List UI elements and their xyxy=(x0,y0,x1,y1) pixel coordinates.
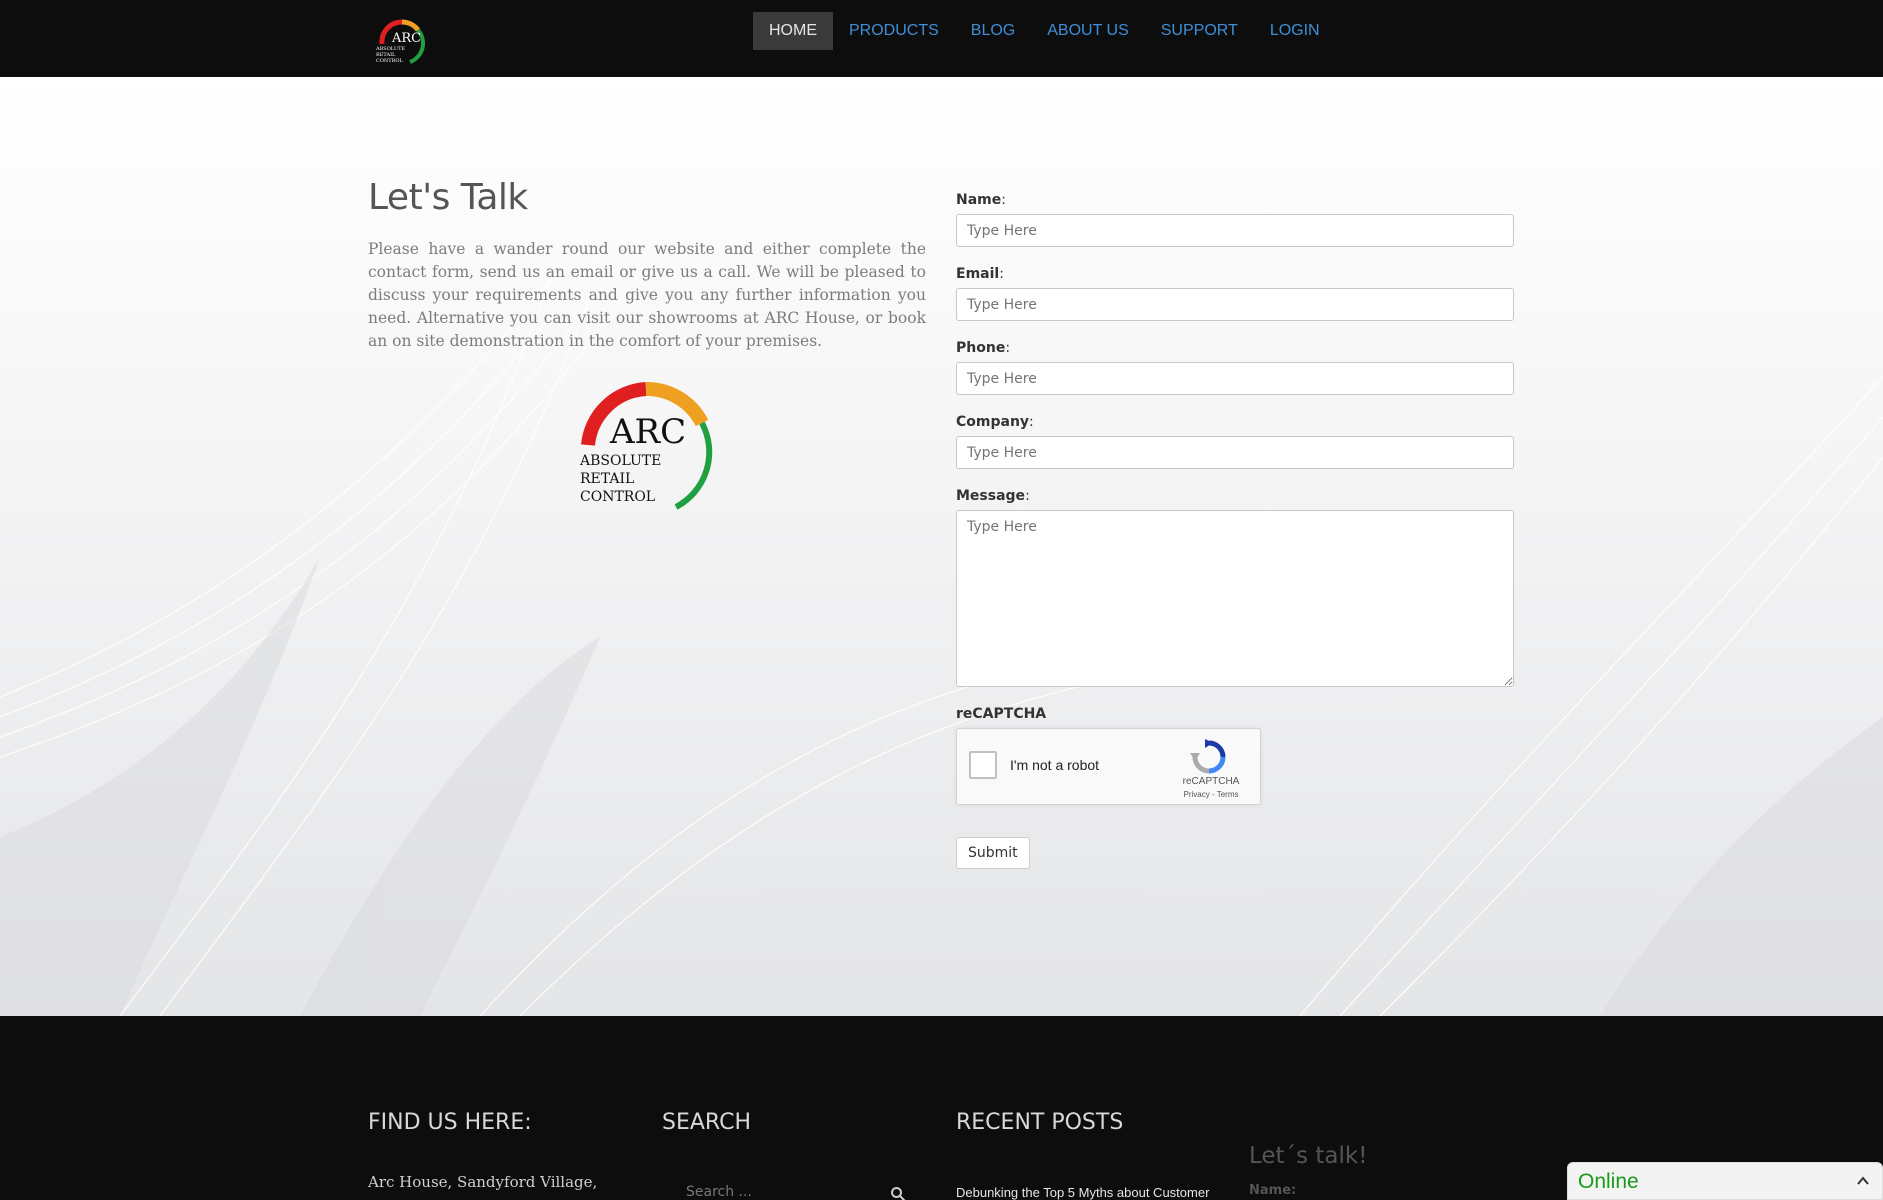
submit-button[interactable]: Submit xyxy=(956,837,1030,869)
logo-text: ARC xyxy=(391,31,421,46)
arc-logo-icon[interactable]: ARC ABSOLUTE RETAIL CONTROL xyxy=(374,14,430,66)
message-field[interactable] xyxy=(956,510,1514,687)
recent-posts-title: RECENT POSTS xyxy=(956,1110,1124,1135)
nav-blog[interactable]: BLOG xyxy=(955,12,1031,50)
intro-text: Please have a wander round our website a… xyxy=(368,240,926,350)
recent-post-link[interactable]: Debunking the Top 5 Myths about Customer xyxy=(956,1185,1209,1200)
lets-talk-title: Let´s talk! xyxy=(1249,1143,1368,1169)
recaptcha-text: I'm not a robot xyxy=(1010,757,1100,773)
svg-text:CONTROL: CONTROL xyxy=(376,58,403,64)
svg-text:CONTROL: CONTROL xyxy=(580,489,655,505)
email-label: Email: xyxy=(956,266,1004,282)
name-field[interactable] xyxy=(956,214,1514,247)
footer-name-label: Name: xyxy=(1249,1183,1297,1198)
nav-products[interactable]: PRODUCTS xyxy=(833,12,955,50)
page-title: Let's Talk xyxy=(368,177,528,218)
recaptcha-links[interactable]: Privacy - Terms xyxy=(1171,790,1251,799)
message-label: Message: xyxy=(956,488,1030,504)
search-input[interactable]: Search ... xyxy=(686,1184,752,1200)
svg-text:ARC: ARC xyxy=(609,412,686,452)
recaptcha-brand: reCAPTCHA xyxy=(1182,776,1240,787)
phone-label: Phone: xyxy=(956,340,1011,356)
chevron-up-icon[interactable] xyxy=(1856,1174,1870,1188)
chat-status: Online xyxy=(1578,1170,1639,1193)
email-field[interactable] xyxy=(956,288,1514,321)
arc-logo-large: ARC ABSOLUTE RETAIL CONTROL xyxy=(579,381,713,510)
recaptcha-checkbox[interactable] xyxy=(969,751,997,779)
background-waves xyxy=(0,77,1883,1016)
chat-widget[interactable]: Online xyxy=(1567,1162,1883,1200)
company-field[interactable] xyxy=(956,436,1514,469)
svg-text:ABSOLUTE: ABSOLUTE xyxy=(579,453,661,469)
find-us-title: FIND US HERE: xyxy=(368,1110,532,1135)
phone-field[interactable] xyxy=(956,362,1514,395)
top-navbar: ARC ABSOLUTE RETAIL CONTROL HOME PRODUCT… xyxy=(0,0,1883,77)
recaptcha-label: reCAPTCHA xyxy=(956,706,1047,722)
nav-home[interactable]: HOME xyxy=(753,12,833,50)
nav-about-us[interactable]: ABOUT US xyxy=(1031,12,1145,50)
nav-support[interactable]: SUPPORT xyxy=(1145,12,1254,50)
company-label: Company: xyxy=(956,414,1034,430)
intro-column: Let's Talk Please have a wander round ou… xyxy=(368,177,926,510)
address-text: Arc House, Sandyford Village, xyxy=(368,1173,598,1191)
recaptcha-widget: I'm not a robot reCAPTCHA Privacy - Term… xyxy=(956,728,1261,805)
search-title: SEARCH xyxy=(662,1110,752,1135)
name-label: Name: xyxy=(956,192,1006,208)
contact-form: Name: Email: Phone: Company: Message: re… xyxy=(956,192,1514,869)
contact-section: Let's Talk Please have a wander round ou… xyxy=(0,77,1883,1016)
recaptcha-icon xyxy=(1190,739,1226,774)
search-icon[interactable] xyxy=(890,1186,906,1200)
svg-text:RETAIL: RETAIL xyxy=(580,471,634,487)
main-nav: HOME PRODUCTS BLOG ABOUT US SUPPORT LOGI… xyxy=(753,12,1336,50)
nav-login[interactable]: LOGIN xyxy=(1254,12,1336,50)
